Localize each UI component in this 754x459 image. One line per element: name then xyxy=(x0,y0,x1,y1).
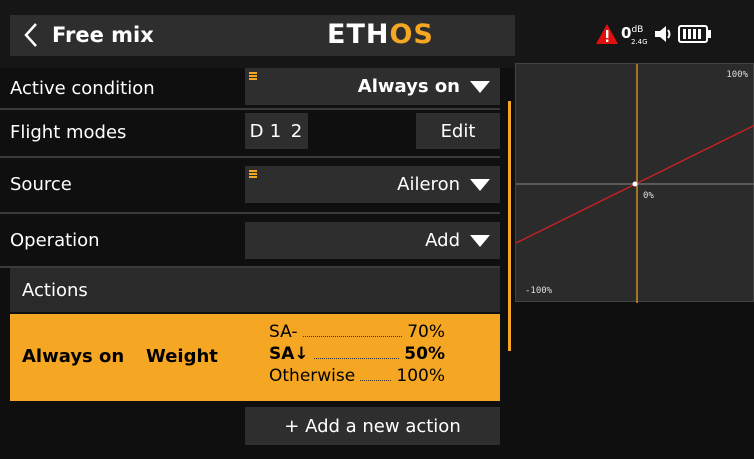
back-chevron-icon xyxy=(14,14,48,56)
flight-modes-edit-button[interactable]: Edit xyxy=(416,113,500,149)
operation-dropdown[interactable]: Add xyxy=(245,222,500,259)
action-value: 70% xyxy=(407,322,445,342)
action-value-line: SA↓ 50% xyxy=(269,342,445,364)
add-action-button[interactable]: + Add a new action xyxy=(245,407,500,445)
action-switch: SA↓ xyxy=(269,344,309,364)
rssi-readout: 0dB 2.4G xyxy=(621,26,648,46)
source-dropdown[interactable]: Aileron xyxy=(245,166,500,203)
edit-label: Edit xyxy=(440,120,476,142)
rssi-value: 0 xyxy=(621,24,632,42)
flight-mode-2[interactable]: 2 xyxy=(285,113,308,149)
page-title: Free mix xyxy=(52,23,154,47)
flight-mode-2-label: 2 xyxy=(290,120,303,142)
graph-bottom-label: -100% xyxy=(525,286,553,296)
action-item[interactable]: Always on Weight SA- 70% SA↓ 50% Otherwise… xyxy=(10,314,500,401)
mix-curve-graph: 100% 0% -100% xyxy=(515,63,754,303)
source-value: Aileron xyxy=(397,174,460,195)
action-value: 100% xyxy=(396,366,445,386)
rssi-band: 2.4G xyxy=(631,38,648,46)
action-value: 50% xyxy=(404,344,445,364)
ethos-logo: ETHOS xyxy=(327,17,434,53)
menu-handle-icon xyxy=(249,72,257,81)
action-switch: SA- xyxy=(269,322,298,342)
actions-header-label: Actions xyxy=(22,279,88,301)
battery-icon xyxy=(677,25,712,47)
speaker-icon[interactable] xyxy=(653,23,675,49)
action-value-line: Otherwise 100% xyxy=(269,364,445,386)
action-switch: Otherwise xyxy=(269,366,356,386)
logo-text-main: ETH xyxy=(327,19,390,50)
rssi-unit: dB xyxy=(631,25,644,35)
graph-canvas xyxy=(516,64,754,303)
current-position-dot xyxy=(632,181,638,187)
active-condition-value: Always on xyxy=(357,76,460,97)
dropdown-arrow-icon xyxy=(470,80,490,93)
action-value-line: SA- 70% xyxy=(269,320,445,342)
graph-center-label: 0% xyxy=(643,191,654,201)
warning-icon[interactable] xyxy=(595,23,619,49)
menu-handle-icon xyxy=(249,170,257,179)
logo-text-accent: OS xyxy=(389,19,434,50)
operation-label: Operation xyxy=(10,229,100,251)
active-condition-label: Active condition xyxy=(10,77,155,99)
status-area[interactable]: 0dB 2.4G xyxy=(595,20,712,52)
scrollbar[interactable] xyxy=(508,101,511,351)
flight-mode-d-label: D xyxy=(249,120,264,142)
dropdown-arrow-icon xyxy=(470,178,490,191)
source-label: Source xyxy=(10,173,72,195)
back-button[interactable]: Free mix xyxy=(14,14,164,56)
top-bar: Free mix ETHOS 0dB 2.4G xyxy=(0,0,754,68)
flight-modes-label: Flight modes xyxy=(10,121,127,143)
action-type: Weight xyxy=(146,346,218,367)
flight-mode-1[interactable]: 1 xyxy=(264,113,287,149)
graph-top-label: 100% xyxy=(726,70,748,80)
active-condition-dropdown[interactable]: Always on xyxy=(245,68,500,105)
add-action-label: + Add a new action xyxy=(284,415,461,437)
flight-mode-1-label: 1 xyxy=(269,120,282,142)
actions-section-header: Actions xyxy=(10,268,500,312)
operation-value: Add xyxy=(425,230,460,251)
dropdown-arrow-icon xyxy=(470,234,490,247)
action-condition: Always on xyxy=(22,346,125,367)
